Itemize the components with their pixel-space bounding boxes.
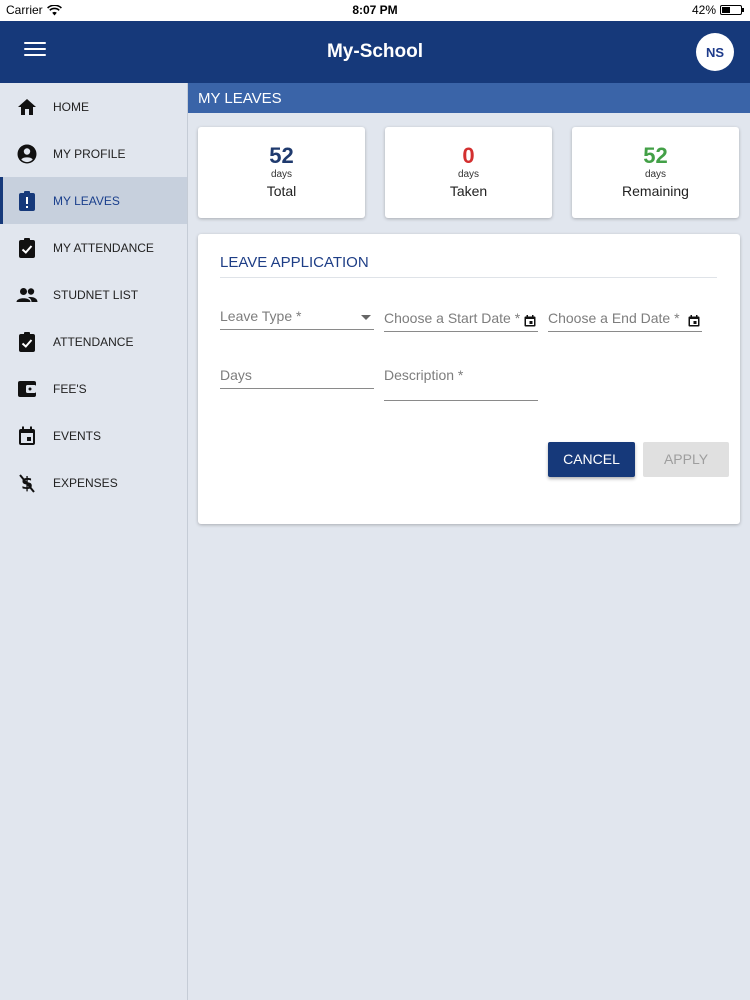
stat-value: 52 xyxy=(269,143,294,168)
cancel-button[interactable]: CANCEL xyxy=(548,442,635,477)
sidebar-item-attendance[interactable]: ATTENDANCE xyxy=(0,318,187,365)
start-date-label: Choose a Start Date * xyxy=(384,310,521,326)
sidebar-item-label: EXPENSES xyxy=(53,475,118,490)
people-icon xyxy=(16,284,38,306)
divider xyxy=(220,277,717,278)
clipboard-check-icon xyxy=(16,331,38,353)
calendar-event-icon xyxy=(16,425,38,447)
apply-button[interactable]: APPLY xyxy=(643,442,729,477)
stat-unit: days xyxy=(270,169,293,180)
days-label: Days xyxy=(220,367,252,383)
app-title: My-School xyxy=(326,41,424,62)
form-title: LEAVE APPLICATION xyxy=(220,254,369,271)
sidebar-item-my-attendance[interactable]: MY ATTENDANCE xyxy=(0,224,187,271)
end-date-field[interactable]: Choose a End Date * xyxy=(548,302,702,332)
sidebar-item-events[interactable]: EVENTS xyxy=(0,412,187,459)
sidebar-item-studnet-list[interactable]: STUDNET LIST xyxy=(0,271,187,318)
leave-application-card: LEAVE APPLICATION Leave Type * Choose a … xyxy=(198,234,740,524)
battery-percent: 42% xyxy=(691,3,716,17)
stat-label: Remaining xyxy=(622,183,689,199)
sidebar-item-label: HOME xyxy=(53,99,89,114)
stat-unit: days xyxy=(457,169,480,180)
sidebar-item-label: MY LEAVES xyxy=(53,193,120,208)
sidebar-item-label: EVENTS xyxy=(53,428,102,443)
status-bar: Carrier 8:07 PM 42% xyxy=(0,0,750,21)
avatar[interactable]: NS xyxy=(696,33,734,71)
sidebar-item-fees[interactable]: FEE'S xyxy=(0,365,187,412)
wallet-icon xyxy=(16,378,38,400)
sidebar-item-label: ATTENDANCE xyxy=(53,334,134,349)
battery-icon xyxy=(720,5,744,15)
battery-status: 42% xyxy=(691,3,744,17)
stat-value: 0 xyxy=(462,143,475,168)
sidebar-item-label: MY ATTENDANCE xyxy=(53,240,154,255)
home-icon xyxy=(16,96,38,118)
app-bar: My-School NS xyxy=(0,21,750,83)
leave-type-select[interactable]: Leave Type * xyxy=(220,302,374,330)
sidebar-item-home[interactable]: HOME xyxy=(0,83,187,130)
clipboard-alert-icon xyxy=(16,190,38,212)
sidebar-item-label: STUDNET LIST xyxy=(53,287,139,302)
calendar-icon[interactable] xyxy=(524,315,536,327)
page-title: MY LEAVES xyxy=(188,83,750,113)
sidebar-item-label: MY PROFILE xyxy=(53,146,126,161)
sidebar-item-my-profile[interactable]: MY PROFILE xyxy=(0,130,187,177)
leave-type-label: Leave Type * xyxy=(220,308,302,324)
stat-card-total: 52 days Total xyxy=(198,127,365,218)
battery-level-fill xyxy=(722,7,730,13)
stat-label: Total xyxy=(266,183,297,199)
description-label: Description * xyxy=(384,367,464,383)
stat-value: 52 xyxy=(643,143,668,168)
stat-card-remaining: 52 days Remaining xyxy=(572,127,739,218)
start-date-field[interactable]: Choose a Start Date * xyxy=(384,302,538,332)
sidebar-item-my-leaves[interactable]: MY LEAVES xyxy=(0,177,187,224)
sidebar-item-expenses[interactable]: $ EXPENSES xyxy=(0,459,187,506)
dropdown-arrow-icon xyxy=(360,314,372,321)
calendar-icon[interactable] xyxy=(688,315,700,327)
money-off-icon: $ xyxy=(16,472,38,494)
sidebar: HOME MY PROFILE MY LEAVES MY ATTENDANCE … xyxy=(0,83,188,1000)
clipboard-check-icon xyxy=(16,237,38,259)
stat-label: Taken xyxy=(449,183,488,199)
clock: 8:07 PM xyxy=(352,3,398,17)
description-field[interactable]: Description * xyxy=(384,362,538,401)
end-date-label: Choose a End Date * xyxy=(548,310,680,326)
stat-card-taken: 0 days Taken xyxy=(385,127,552,218)
days-field[interactable]: Days xyxy=(220,362,374,389)
stat-unit: days xyxy=(644,169,667,180)
account-circle-icon xyxy=(16,143,38,165)
sidebar-item-label: FEE'S xyxy=(53,381,87,396)
